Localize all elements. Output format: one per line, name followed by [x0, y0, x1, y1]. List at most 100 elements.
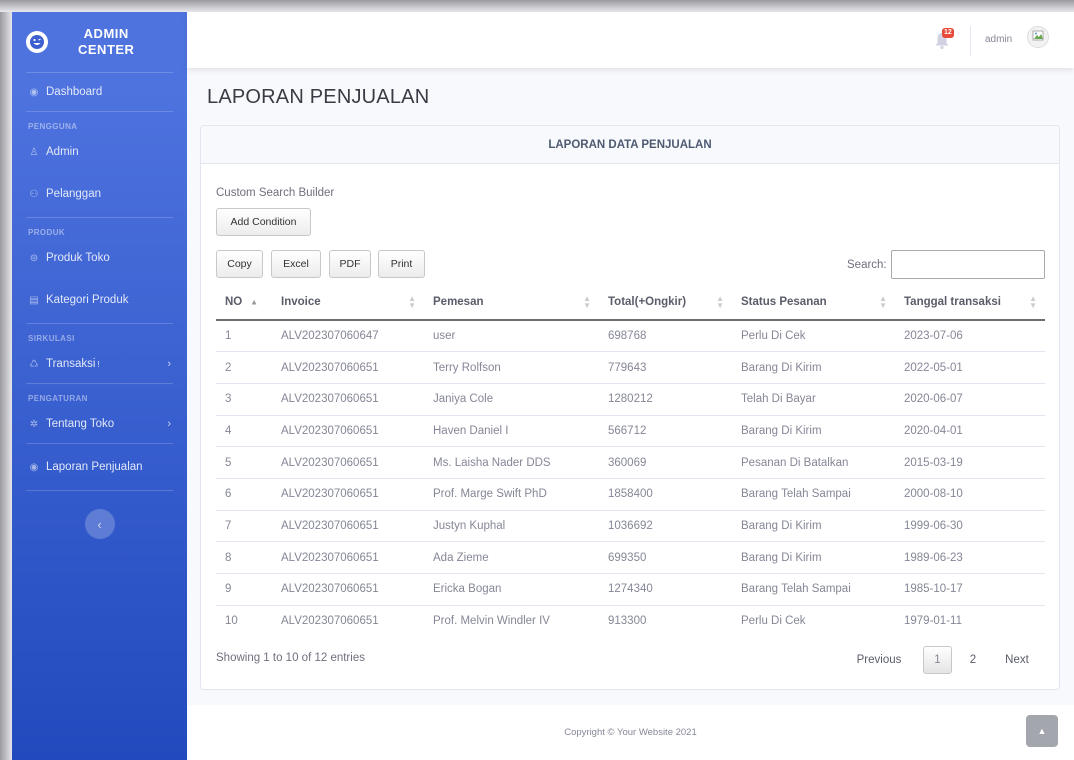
table-header-row: NO ▲ Invoice ▲ ▼ Pemesan ▲ ▼ Total(+Ongkir) ▲ ▼…: [216, 284, 1045, 321]
sidebar-item-kategori-produk[interactable]: ▤ Kategori Produk: [12, 277, 187, 323]
brand-title: ADMIN CENTER: [78, 26, 135, 57]
sidebar-heading-sirkulasi: SIRKULASI: [28, 334, 75, 343]
excel-button[interactable]: Excel: [271, 250, 321, 278]
table-row[interactable]: 6 ALV202307060651 Prof. Marge Swift PhD 185…: [216, 477, 1045, 511]
column-header-invoice[interactable]: Invoice ▲ ▼: [272, 284, 424, 321]
table-cell: Barang Telah Sampai: [732, 477, 895, 511]
table-row[interactable]: 3 ALV202307060651 Janiya Cole 1280212 Telah …: [216, 382, 1045, 416]
table-row[interactable]: 8 ALV202307060651 Ada Zieme 699350 Barang Di…: [216, 541, 1045, 574]
table-cell: Janiya Cole: [424, 382, 599, 416]
table-cell: ALV202307060651: [272, 604, 424, 637]
sidebar-heading-pengaturan: PENGATURAN: [28, 394, 88, 403]
table-cell: 698768: [608, 330, 647, 343]
sort-icon: ▲ ▼: [1029, 293, 1037, 310]
column-header-no[interactable]: NO ▲: [216, 284, 272, 321]
page-title: LAPORAN PENJUALAN: [207, 86, 430, 108]
topbar: 12 admin: [187, 12, 1074, 68]
table-row[interactable]: 1 ALV202307060647 user 698768 Perlu Di Cek 20…: [216, 320, 1045, 352]
sort-icon: ▲ ▼: [716, 293, 724, 310]
sidebar-item-produk-toko[interactable]: ⊜ Produk Toko: [12, 239, 187, 277]
table-cell: Justyn Kuphal: [424, 509, 599, 542]
table-body: 1 ALV202307060647 user 698768 Perlu Di Cek 20…: [216, 320, 1045, 637]
sidebar-item-pelanggan[interactable]: ⚇ Pelanggan: [12, 171, 187, 217]
sidebar: ADMIN CENTER ◉ Dashboard PENGGUNA ♙ Admi…: [12, 12, 187, 760]
table-cell: 1: [225, 330, 232, 343]
sidebar-item-admin[interactable]: ♙ Admin: [12, 133, 187, 171]
pagination-page-2[interactable]: 2: [961, 646, 985, 674]
table-row[interactable]: 4 ALV202307060651 Haven Daniel I 566712 Bara…: [216, 414, 1045, 447]
footer: Copyright © Your Website 2021: [187, 705, 1074, 760]
pdf-button[interactable]: PDF: [329, 250, 371, 278]
pagination-next[interactable]: Next: [997, 646, 1037, 674]
broken-image-icon: [1032, 30, 1044, 41]
sidebar-item-dashboard[interactable]: ◉ Dashboard: [12, 73, 187, 111]
copy-button[interactable]: Copy: [216, 250, 263, 278]
table-cell: Haven Daniel I: [424, 414, 599, 447]
table-cell: 913300: [599, 604, 732, 637]
print-button[interactable]: Print: [378, 250, 425, 278]
column-header-pemesan[interactable]: Pemesan ▲ ▼: [424, 284, 599, 321]
user-name[interactable]: admin: [985, 34, 1012, 45]
users-icon: ⚇: [29, 188, 39, 200]
alerts-button[interactable]: 12: [934, 28, 956, 50]
add-condition-button[interactable]: Add Condition: [216, 208, 311, 236]
table-row[interactable]: 9 ALV202307060651 Ericka Bogan 1274340 Baran…: [216, 573, 1045, 606]
sort-icon: ▲ ▼: [583, 293, 591, 310]
table-row[interactable]: 5 ALV202307060651 Ms. Laisha Nader DDS 3600…: [216, 446, 1045, 479]
table-cell: 1274340: [599, 573, 732, 606]
table-cell: 360069: [599, 446, 732, 479]
table-cell: 1985-10-17: [895, 573, 1045, 606]
copyright-text: Copyright © Your Website 2021: [564, 727, 697, 738]
table-cell: 2020-06-07: [895, 382, 1045, 416]
window-frame-top: [0, 0, 1074, 12]
card-header: LAPORAN DATA PENJUALAN: [201, 126, 1059, 164]
sidebar-item-transaksi[interactable]: ♺ Transaksi! ›: [12, 345, 187, 383]
search-builder-title: Custom Search Builder: [216, 187, 335, 199]
table-cell: ALV202307060651: [272, 477, 424, 511]
table-cell: 3: [216, 382, 272, 416]
sales-table: NO ▲ Invoice ▲ ▼ Pemesan ▲ ▼ Total(+Ongkir) ▲ ▼…: [216, 284, 1045, 637]
table-cell: 7: [216, 509, 272, 542]
table-cell: ALV202307060651: [272, 573, 424, 606]
column-header-status[interactable]: Status Pesanan ▲ ▼: [732, 284, 895, 321]
chevron-up-icon: ▲: [1037, 726, 1047, 736]
table-row[interactable]: 7 ALV202307060651 Justyn Kuphal 1036692 Bara…: [216, 509, 1045, 542]
column-header-tanggal[interactable]: Tanggal transaksi ▲ ▼: [895, 284, 1045, 321]
table-cell: 2020-04-01: [895, 414, 1045, 447]
table-cell: 1858400: [599, 477, 732, 511]
column-header-total[interactable]: Total(+Ongkir) ▲ ▼: [599, 284, 732, 321]
sidebar-brand[interactable]: ADMIN CENTER: [12, 12, 187, 72]
table-cell: 566712: [599, 414, 732, 447]
table-row[interactable]: 2 ALV202307060651 Terry Rolfson 779643 Baran…: [216, 351, 1045, 384]
table-cell: Ada Zieme: [424, 541, 599, 574]
user-avatar[interactable]: [1027, 26, 1049, 48]
window-frame-left: [0, 12, 12, 760]
sidebar-toggle-button[interactable]: ‹: [84, 509, 115, 539]
table-cell: 5: [216, 446, 272, 479]
table-cell: ALV202307060651: [272, 382, 424, 416]
pagination-previous[interactable]: Previous: [849, 646, 909, 674]
table-row[interactable]: 10 ALV202307060651 Prof. Melvin Windler IV…: [216, 604, 1045, 637]
sidebar-item-tentang-toko[interactable]: ✲ Tentang Toko ›: [12, 405, 187, 443]
table-cell: Perlu Di Cek: [732, 604, 895, 637]
table-cell: Ms. Laisha Nader DDS: [424, 446, 599, 479]
sidebar-item-laporan-penjualan[interactable]: ◉ Laporan Penjualan: [12, 444, 187, 490]
table-cell: Prof. Melvin Windler IV: [424, 604, 599, 637]
table-cell: Barang Di Kirim: [732, 351, 895, 384]
search-input[interactable]: [891, 250, 1045, 279]
table-cell: Terry Rolfson: [424, 351, 599, 384]
table-cell: 8: [216, 541, 272, 574]
table-info: Showing 1 to 10 of 12 entries: [216, 652, 365, 664]
gear-icon: ✲: [29, 418, 39, 430]
table-cell: 1999-06-30: [895, 509, 1045, 542]
user-icon: ♙: [29, 146, 39, 158]
pagination-page-1[interactable]: 1: [923, 646, 952, 674]
table-cell: ALV202307060651: [272, 414, 424, 447]
sort-icon: ▲ ▼: [408, 293, 416, 310]
table-cell: Pesanan Di Batalkan: [732, 446, 895, 479]
list-icon: ▤: [29, 294, 39, 306]
table-cell: 1989-06-23: [895, 541, 1045, 574]
scroll-to-top-button[interactable]: ▲: [1026, 715, 1058, 747]
table-cell: Barang Di Kirim: [732, 509, 895, 542]
recycle-icon: ♺: [29, 358, 39, 370]
